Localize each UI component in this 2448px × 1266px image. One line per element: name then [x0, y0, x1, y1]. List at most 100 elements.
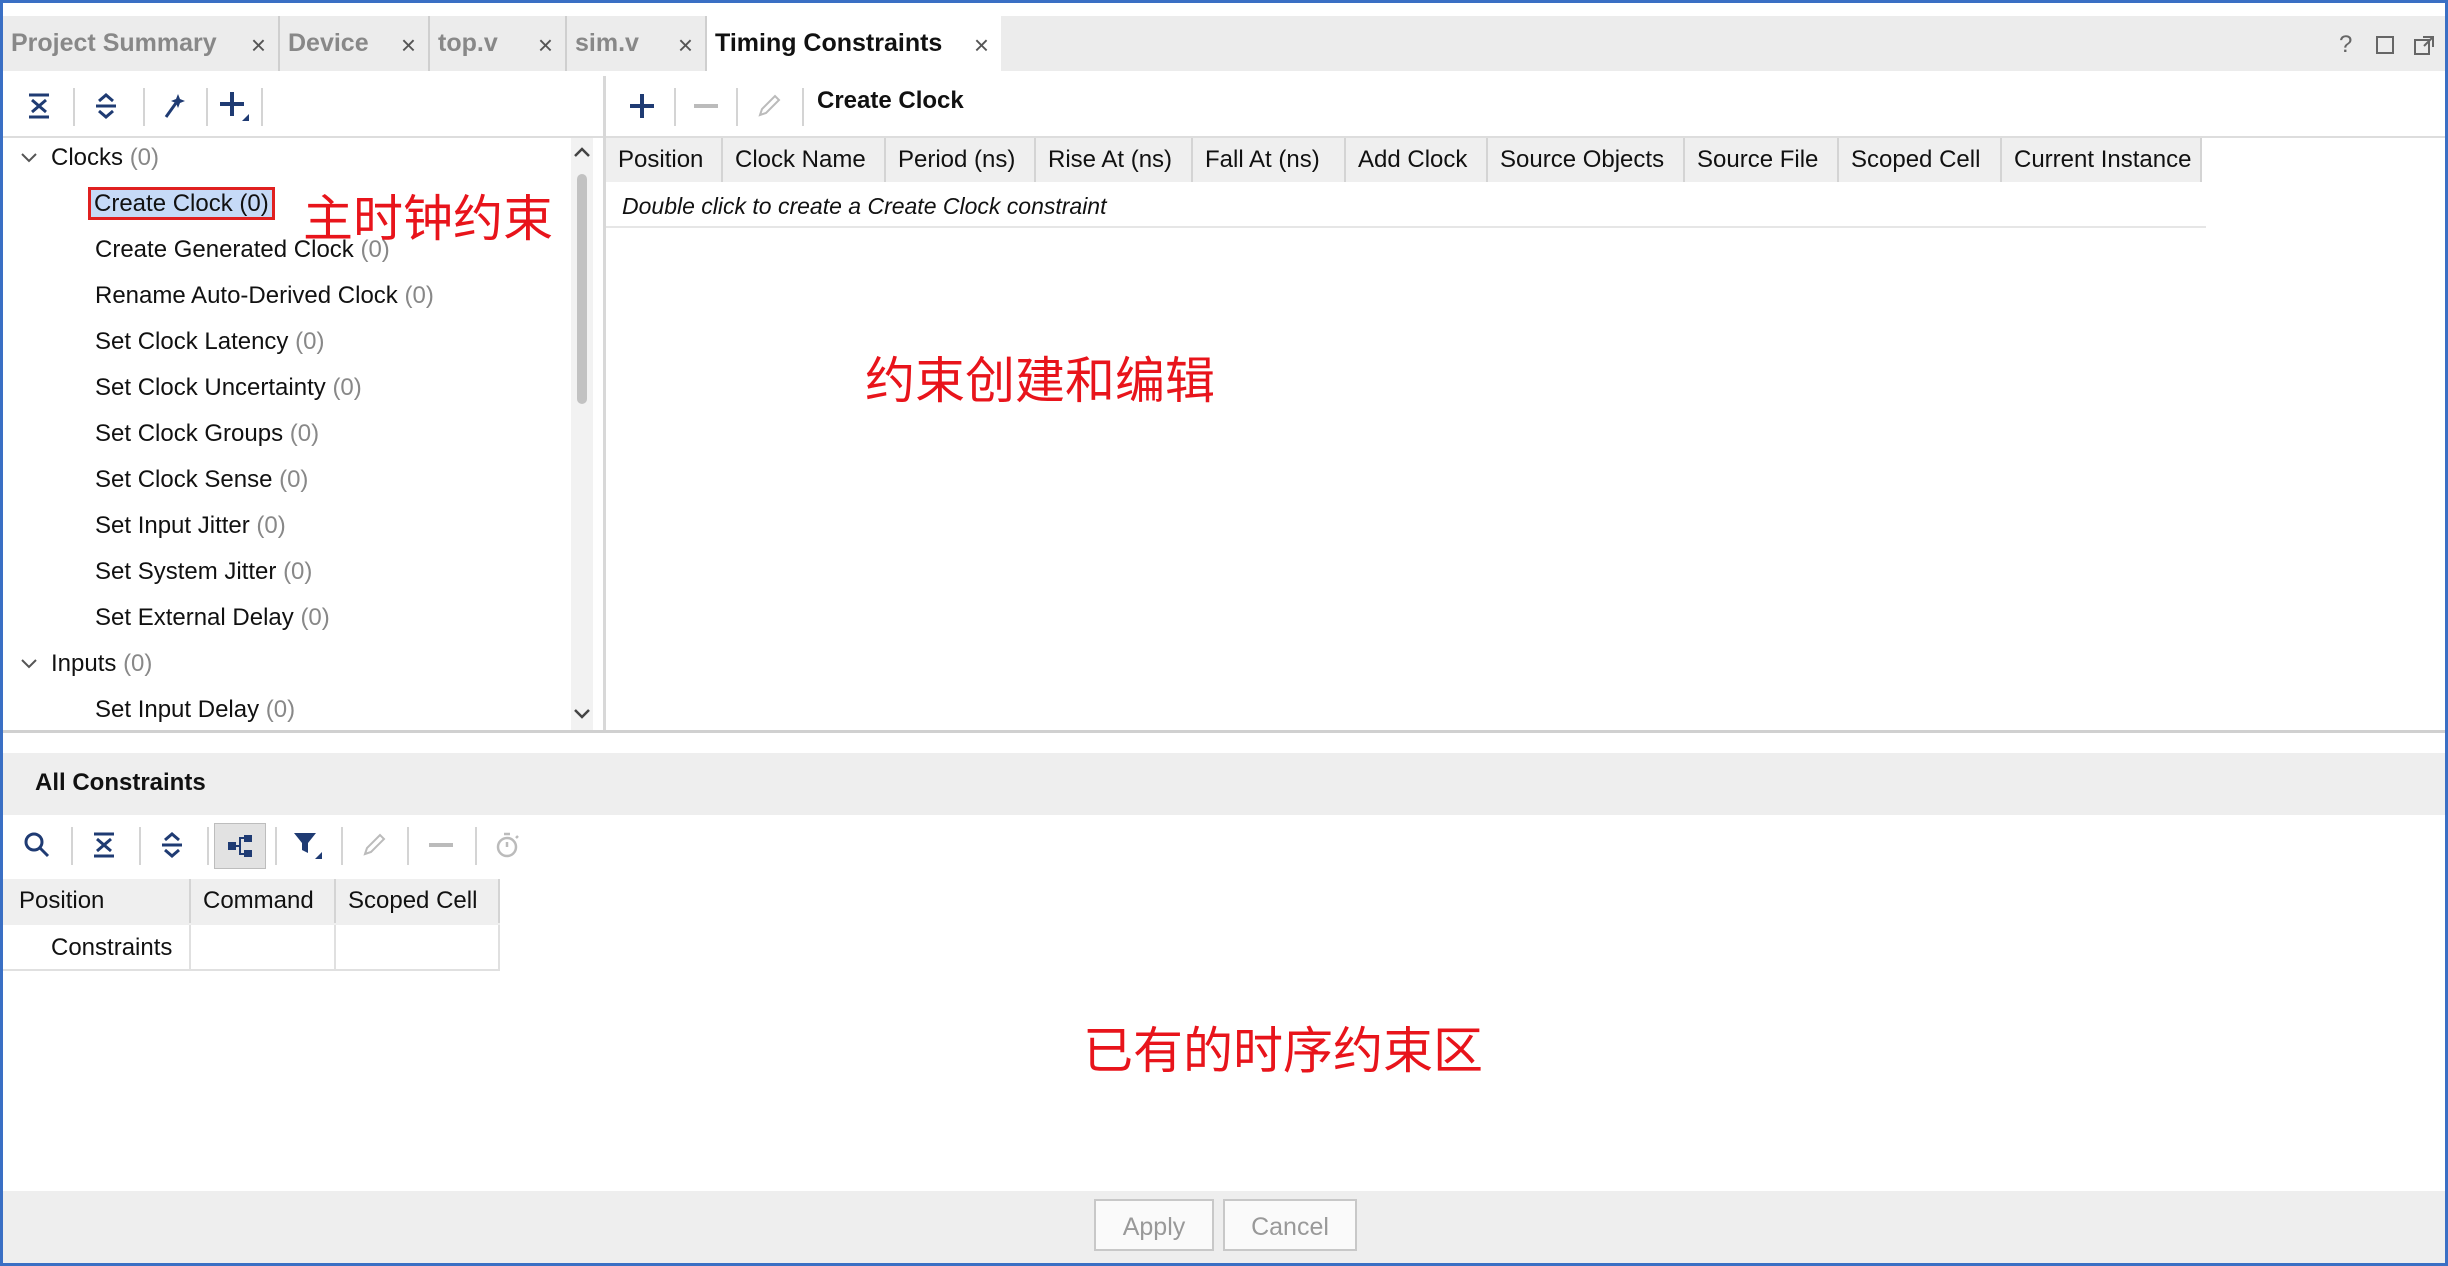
col-clock-name[interactable]: Clock Name	[723, 138, 886, 182]
expand-all-button[interactable]	[146, 815, 198, 875]
constraints-row-command[interactable]	[191, 925, 336, 971]
col-scoped-cell[interactable]: Scoped Cell	[336, 879, 500, 923]
tree-item-set-clock-uncertainty[interactable]: Set Clock Uncertainty (0)	[95, 368, 362, 408]
col-position[interactable]: Position	[3, 879, 191, 923]
all-constraints-header	[3, 753, 2445, 815]
scrollbar-thumb[interactable]	[577, 174, 587, 404]
apply-button[interactable]: Apply	[1094, 1199, 1214, 1251]
tab-sim-v[interactable]: sim.v ×	[567, 16, 707, 71]
group-label: Inputs	[51, 650, 117, 677]
item-count: (0)	[239, 190, 269, 217]
hierarchy-toggle-button[interactable]	[214, 823, 266, 869]
timing-report-button[interactable]	[481, 815, 533, 875]
tree-scrollbar[interactable]	[571, 138, 593, 730]
filter-icon	[294, 833, 322, 859]
tree-item-rename-auto-derived-clock[interactable]: Rename Auto-Derived Clock (0)	[95, 276, 434, 316]
annotation-main-clock: 主时钟约束	[303, 191, 553, 247]
tree-item-create-clock[interactable]: Create Clock (0)	[88, 184, 275, 224]
close-icon[interactable]: ×	[251, 30, 266, 61]
item-count: (0)	[332, 374, 362, 401]
collapse-all-button[interactable]	[11, 76, 67, 136]
item-count: (0)	[283, 558, 313, 585]
tree-item-set-clock-latency[interactable]: Set Clock Latency (0)	[95, 322, 324, 362]
edit-button[interactable]	[348, 815, 400, 875]
close-icon[interactable]: ×	[974, 30, 989, 61]
toolbar-separator	[207, 827, 209, 865]
add-button[interactable]	[614, 76, 670, 136]
tree-group-clocks[interactable]: Clocks (0)	[51, 138, 159, 178]
tree-toolbar	[3, 76, 603, 138]
tree-item-set-clock-groups[interactable]: Set Clock Groups (0)	[95, 414, 319, 454]
maximize-icon[interactable]	[2375, 35, 2395, 55]
hierarchy-icon	[228, 835, 252, 857]
tree-item-set-input-delay[interactable]: Set Input Delay (0)	[95, 690, 295, 730]
remove-button[interactable]	[415, 815, 467, 875]
chevron-down-icon[interactable]	[19, 148, 39, 168]
edit-button[interactable]	[741, 76, 797, 136]
chevron-up-icon[interactable]	[573, 144, 591, 160]
collapse-all-icon	[94, 832, 114, 858]
tab-label: sim.v	[575, 29, 639, 57]
annotation-editor-area: 约束创建和编辑	[865, 353, 1215, 409]
item-label: Set Clock Groups	[95, 420, 284, 447]
col-rise-at[interactable]: Rise At (ns)	[1036, 138, 1193, 182]
horizontal-splitter[interactable]	[3, 730, 2445, 733]
close-icon[interactable]: ×	[678, 30, 693, 61]
item-label: Set Clock Uncertainty	[95, 374, 326, 401]
constraints-row-scoped-cell[interactable]	[336, 925, 500, 971]
chevron-down-icon[interactable]	[573, 706, 591, 722]
close-icon[interactable]: ×	[401, 30, 416, 61]
col-fall-at[interactable]: Fall At (ns)	[1193, 138, 1346, 182]
close-icon[interactable]: ×	[538, 30, 553, 61]
tree-item-set-clock-sense[interactable]: Set Clock Sense (0)	[95, 460, 308, 500]
col-command[interactable]: Command	[191, 879, 336, 923]
tab-device[interactable]: Device ×	[280, 16, 430, 71]
tab-label: top.v	[438, 29, 498, 57]
chevron-down-icon[interactable]	[19, 654, 39, 674]
col-position[interactable]: Position	[606, 138, 723, 182]
expand-all-icon	[162, 832, 182, 858]
editor-title: Create Clock	[817, 87, 964, 114]
minus-icon	[694, 104, 718, 108]
remove-button[interactable]	[678, 76, 734, 136]
search-icon	[24, 832, 50, 858]
tab-project-summary[interactable]: Project Summary ×	[3, 16, 280, 71]
tab-top-v[interactable]: top.v ×	[430, 16, 567, 71]
item-label: Set Input Delay	[95, 696, 260, 723]
col-source-file[interactable]: Source File	[1685, 138, 1839, 182]
create-constraint-hint-row[interactable]: Double click to create a Create Clock co…	[606, 184, 2206, 228]
tab-label: Device	[288, 29, 369, 57]
item-count: (0)	[289, 420, 320, 447]
cancel-button[interactable]: Cancel	[1223, 1199, 1357, 1251]
group-count: (0)	[123, 650, 153, 677]
all-constraints-toolbar	[3, 815, 2445, 877]
collapse-all-button[interactable]	[78, 815, 130, 875]
toolbar-separator	[71, 827, 73, 865]
col-add-clock[interactable]: Add Clock	[1346, 138, 1488, 182]
tab-timing-constraints[interactable]: Timing Constraints ×	[707, 16, 1001, 71]
item-label: Rename Auto-Derived Clock	[95, 282, 398, 309]
col-period[interactable]: Period (ns)	[886, 138, 1036, 182]
toolbar-separator	[341, 827, 343, 865]
tree-item-set-system-jitter[interactable]: Set System Jitter (0)	[95, 552, 312, 592]
item-count: (0)	[404, 282, 434, 309]
col-source-objects[interactable]: Source Objects	[1488, 138, 1685, 182]
item-count: (0)	[265, 696, 296, 723]
expand-all-button[interactable]	[78, 76, 134, 136]
constraints-wizard-button[interactable]	[145, 76, 201, 136]
tree-group-inputs[interactable]: Inputs (0)	[51, 644, 152, 684]
add-constraint-button[interactable]	[206, 76, 262, 136]
search-button[interactable]	[11, 815, 63, 875]
constraints-row-position[interactable]: Constraints	[3, 925, 191, 971]
item-label: Set Clock Sense	[95, 466, 273, 493]
editor-table-header: Position Clock Name Period (ns) Rise At …	[606, 138, 2202, 182]
float-window-icon[interactable]	[2413, 35, 2435, 57]
col-current-instance[interactable]: Current Instance	[2002, 138, 2202, 182]
tab-bar: Project Summary × Device × top.v × sim.v…	[3, 16, 2445, 71]
tree-item-set-external-delay[interactable]: Set External Delay (0)	[95, 598, 330, 638]
tree-item-set-input-jitter[interactable]: Set Input Jitter (0)	[95, 506, 286, 546]
col-scoped-cell[interactable]: Scoped Cell	[1839, 138, 2002, 182]
filter-button[interactable]	[281, 815, 333, 875]
toolbar-separator	[802, 88, 804, 126]
help-icon[interactable]: ?	[2339, 31, 2352, 59]
